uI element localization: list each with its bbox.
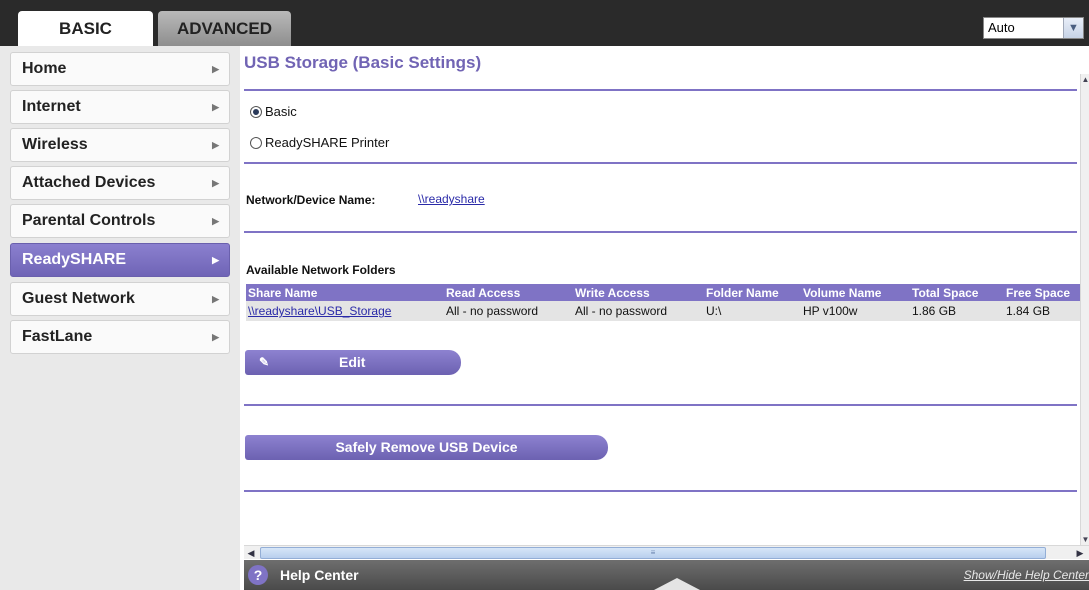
- page-title: USB Storage (Basic Settings): [244, 53, 482, 72]
- table-cell: 1.84 GB: [1004, 301, 1081, 321]
- folders-heading: Available Network Folders: [246, 263, 396, 277]
- sidebar-item-internet[interactable]: Internet ▶: [10, 90, 230, 124]
- tab-basic[interactable]: BASIC: [18, 11, 153, 46]
- table-cell: All - no password: [444, 301, 573, 321]
- chevron-right-icon: ▶: [212, 178, 219, 188]
- sidebar-item-wireless[interactable]: Wireless ▶: [10, 128, 230, 162]
- table-cell: All - no password: [573, 301, 704, 321]
- chevron-right-icon: ▶: [212, 140, 219, 150]
- table-row[interactable]: \\readyshare\USB_Storage All - no passwo…: [246, 301, 1081, 321]
- edit-button-label: Edit: [339, 354, 366, 370]
- chevron-right-icon: ▶: [212, 332, 219, 342]
- device-name-label: Network/Device Name:: [246, 193, 376, 207]
- pencil-icon: ✎: [259, 355, 270, 369]
- divider: [244, 404, 1077, 406]
- sidebar-item-readyshare[interactable]: ReadySHARE ▶: [10, 243, 230, 277]
- help-center-bar: ? Help Center Show/Hide Help Center: [244, 560, 1089, 590]
- table-cell: U:\: [704, 301, 801, 321]
- sidebar-item-guest-network[interactable]: Guest Network ▶: [10, 282, 230, 316]
- network-folders-table: Share Name Read Access Write Access Fold…: [246, 284, 1081, 321]
- main-content: USB Storage (Basic Settings) Basic Ready…: [240, 46, 1089, 590]
- device-name-link[interactable]: \\readyshare: [418, 192, 485, 206]
- table-header-row: Share Name Read Access Write Access Fold…: [246, 284, 1081, 301]
- divider: [244, 89, 1077, 91]
- sidebar-item-label: Attached Devices: [22, 174, 156, 191]
- radio-button-readyshare-printer[interactable]: [250, 136, 262, 149]
- sidebar-item-label: Internet: [22, 98, 81, 115]
- column-header: Free Space: [1004, 284, 1081, 301]
- sidebar-item-label: FastLane: [22, 328, 93, 345]
- share-name-link[interactable]: \\readyshare\USB_Storage: [248, 304, 391, 318]
- tab-advanced[interactable]: ADVANCED: [158, 11, 291, 46]
- vertical-scrollbar[interactable]: ▲ ▼: [1080, 74, 1089, 546]
- expand-arrow-icon[interactable]: [654, 578, 700, 590]
- router-admin-page: BASIC ADVANCED Auto ▼ Home ▶ Internet ▶ …: [0, 0, 1089, 590]
- divider: [244, 162, 1077, 164]
- safely-remove-usb-button[interactable]: Safely Remove USB Device: [245, 435, 608, 460]
- table-cell: \\readyshare\USB_Storage: [246, 301, 444, 321]
- show-hide-help-link[interactable]: Show/Hide Help Center: [964, 568, 1089, 582]
- radio-option-basic[interactable]: Basic: [250, 104, 297, 119]
- sidebar-item-home[interactable]: Home ▶: [10, 52, 230, 86]
- radio-button-basic[interactable]: [250, 105, 262, 118]
- help-center-label: Help Center: [280, 567, 359, 583]
- sidebar-item-label: Home: [22, 60, 67, 77]
- top-bar: BASIC ADVANCED Auto ▼: [0, 0, 1089, 46]
- sidebar-item-label: Parental Controls: [22, 212, 156, 229]
- divider: [244, 231, 1077, 233]
- language-select-value: Auto: [988, 20, 1015, 35]
- edit-button[interactable]: ✎ Edit: [245, 350, 461, 375]
- sidebar-item-attached-devices[interactable]: Attached Devices ▶: [10, 166, 230, 200]
- chevron-right-icon: ▶: [212, 255, 219, 265]
- sidebar-item-label: Wireless: [22, 136, 88, 153]
- column-header: Folder Name: [704, 284, 801, 301]
- sidebar-item-fastlane[interactable]: FastLane ▶: [10, 320, 230, 354]
- scroll-right-icon[interactable]: ▶: [1073, 546, 1087, 560]
- sidebar-item-parental-controls[interactable]: Parental Controls ▶: [10, 204, 230, 238]
- sidebar: Home ▶ Internet ▶ Wireless ▶ Attached De…: [0, 46, 240, 590]
- horizontal-scrollbar[interactable]: ◀ ≡ ▶: [244, 545, 1089, 559]
- chevron-right-icon: ▶: [212, 102, 219, 112]
- radio-label-readyshare-printer: ReadySHARE Printer: [265, 135, 390, 150]
- chevron-right-icon: ▶: [212, 294, 219, 304]
- scrollbar-thumb[interactable]: ≡: [260, 547, 1046, 559]
- column-header: Share Name: [246, 284, 444, 301]
- radio-option-readyshare-printer[interactable]: ReadySHARE Printer: [250, 135, 389, 150]
- table-cell: 1.86 GB: [910, 301, 1004, 321]
- divider: [244, 490, 1077, 492]
- column-header: Volume Name: [801, 284, 910, 301]
- sidebar-item-label: ReadySHARE: [22, 251, 127, 268]
- language-select[interactable]: Auto ▼: [983, 17, 1084, 39]
- sidebar-item-label: Guest Network: [22, 290, 135, 307]
- column-header: Read Access: [444, 284, 573, 301]
- radio-label-basic: Basic: [265, 104, 297, 119]
- help-icon[interactable]: ?: [248, 565, 268, 585]
- chevron-right-icon: ▶: [212, 64, 219, 74]
- scroll-left-icon[interactable]: ◀: [244, 546, 258, 560]
- table-cell: HP v100w: [801, 301, 910, 321]
- chevron-down-icon[interactable]: ▼: [1063, 18, 1083, 38]
- column-header: Write Access: [573, 284, 704, 301]
- chevron-right-icon: ▶: [212, 216, 219, 226]
- scroll-up-icon[interactable]: ▲: [1081, 74, 1089, 86]
- column-header: Total Space: [910, 284, 1004, 301]
